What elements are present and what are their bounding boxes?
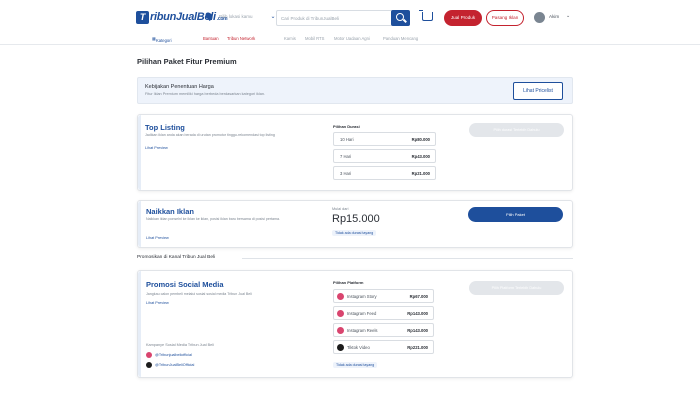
top-listing-desc: Jadikan iklan anda akan berada di urutan…	[145, 133, 275, 137]
card-stripe	[138, 201, 141, 247]
avatar[interactable]	[534, 12, 545, 23]
logo-mark: T	[136, 11, 149, 24]
option-label: Tiktok Video	[347, 345, 370, 350]
section-title: Promosikan di Kanal Tribun Jual Beli	[137, 255, 216, 260]
duration-tag: Tidak ada durasi tayang	[333, 362, 378, 368]
price-label: Mulai dari	[332, 207, 349, 211]
search-input[interactable]: Cari Produk di TribunJualBeli	[276, 10, 410, 26]
card-stripe	[138, 271, 141, 377]
nav-link-grey[interactable]: Motor Uadaan Agni	[334, 36, 370, 41]
platform-option[interactable]: Instagram Reels Rp143.000	[333, 323, 434, 337]
location-placeholder: Pilih lokasi kamu	[219, 13, 253, 19]
promosi-social-media-card: Promosi Social Media Jangkau calon pembe…	[137, 270, 573, 378]
option-label: Instagram Reels	[347, 328, 378, 333]
option-label: 3 Hari	[340, 171, 352, 176]
kategori-menu[interactable]: ▦ Kategori	[152, 36, 172, 43]
nav-link-tribun-network[interactable]: Tribun Network	[227, 36, 255, 41]
account-label: Kampanye Sosial Media Tribun Jual Beli	[146, 343, 214, 347]
platform-option[interactable]: Instagram Story Rp67.000	[333, 289, 434, 303]
pilih-platform-button[interactable]: Pilih Platform Terlebih Dahulu	[469, 281, 564, 295]
jual-produk-button[interactable]: Jual Produk	[444, 10, 482, 26]
instagram-icon	[337, 310, 344, 317]
social-account[interactable]: @TribunJualBeliOfficial	[146, 362, 194, 368]
policy-title: Kebijakan Penentuan Harga	[145, 84, 214, 90]
option-price: Rp43.000	[411, 154, 430, 159]
platform-option[interactable]: Instagram Feed Rp143.000	[333, 306, 434, 320]
policy-subtitle: Fitur Iklan Premium memiliki harga berbe…	[145, 92, 266, 96]
durasi-label: Pilihan Durasi	[333, 124, 360, 129]
promosi-title: Promosi Social Media	[146, 280, 224, 289]
promosi-desc: Jangkau calon pembeli melalui sosial sos…	[146, 292, 252, 296]
naikkan-iklan-card: Naikkan Iklan Naikkan iklan ponselnl ke …	[137, 200, 573, 248]
location-pin-icon	[204, 11, 214, 21]
top-listing-preview-link[interactable]: Lihat Preview	[145, 146, 168, 150]
sub-navigation: ▦ Kategori Bantuan Tribun Network Karnis…	[0, 34, 700, 45]
section-divider	[242, 258, 573, 259]
option-price: Rp67.000	[409, 294, 428, 299]
nav-link-grey[interactable]: Karnis	[284, 36, 296, 41]
tiktok-icon	[146, 362, 152, 368]
durasi-option[interactable]: 10 Hari Rp80.000	[333, 132, 436, 146]
durasi-option[interactable]: 7 Hari Rp43.000	[333, 149, 436, 163]
instagram-icon	[146, 352, 152, 358]
nav-link-grey[interactable]: Mobil RTS	[305, 36, 324, 41]
cart-icon[interactable]	[419, 10, 433, 21]
card-stripe	[138, 115, 141, 190]
top-listing-title: Top Listing	[145, 123, 185, 132]
chevron-down-icon: ⌄	[270, 13, 276, 20]
naikkan-title: Naikkan Iklan	[146, 207, 194, 216]
option-price: Rp80.000	[411, 137, 430, 142]
option-price: Rp143.000	[407, 328, 428, 333]
nav-link-grey[interactable]: Panduan Mencang	[383, 36, 418, 41]
pasang-iklan-button[interactable]: Pasang Iklan	[486, 10, 524, 26]
pilih-paket-button[interactable]: Pilih Paket	[468, 207, 563, 222]
search-button[interactable]	[391, 10, 410, 26]
option-price: Rp143.000	[407, 311, 428, 316]
tiktok-icon	[337, 344, 344, 351]
naikkan-price: Rp15.000	[332, 213, 380, 225]
pricing-policy-banner: Kebijakan Penentuan Harga Fitur Iklan Pr…	[137, 77, 573, 104]
option-label: Instagram Story	[347, 294, 377, 299]
location-selector[interactable]: Pilih lokasi kamu ⌄	[204, 11, 276, 21]
duration-tag: Tidak ada durasi tayang	[332, 230, 377, 236]
instagram-icon	[337, 293, 344, 300]
naikkan-desc: Naikkan iklan ponselnl ke iklan ke iklan…	[146, 217, 281, 221]
pilih-durasi-button[interactable]: Pilih durasi Terlebih Dahulu	[469, 123, 564, 137]
lihat-pricelist-button[interactable]: Lihat Pricelist	[513, 82, 563, 100]
option-price: Rp21.000	[411, 171, 430, 176]
option-label: 10 Hari	[340, 137, 354, 142]
naikkan-preview-link[interactable]: Lihat Preview	[146, 236, 169, 240]
platform-option[interactable]: Tiktok Video Rp221.000	[333, 340, 434, 354]
nav-link-bantuan[interactable]: Bantuan	[203, 36, 219, 41]
page-title: Pilihan Paket Fitur Premium	[137, 57, 237, 66]
option-label: Instagram Feed	[347, 311, 377, 316]
user-name[interactable]: Akim	[549, 14, 559, 19]
instagram-icon	[337, 327, 344, 334]
promosi-preview-link[interactable]: Lihat Preview	[146, 301, 169, 305]
platform-label: Pilihan Platform	[333, 280, 364, 285]
top-header: TribunJualBeli.com Pilih lokasi kamu ⌄ C…	[0, 0, 700, 34]
top-listing-card: Top Listing Jadikan iklan anda akan bera…	[137, 114, 573, 191]
user-chevron-down-icon[interactable]: ⌄	[566, 13, 570, 19]
option-price: Rp221.000	[407, 345, 428, 350]
durasi-option[interactable]: 3 Hari Rp21.000	[333, 166, 436, 180]
option-label: 7 Hari	[340, 154, 352, 159]
social-account[interactable]: @Tribunjualbeliofficial	[146, 352, 192, 358]
